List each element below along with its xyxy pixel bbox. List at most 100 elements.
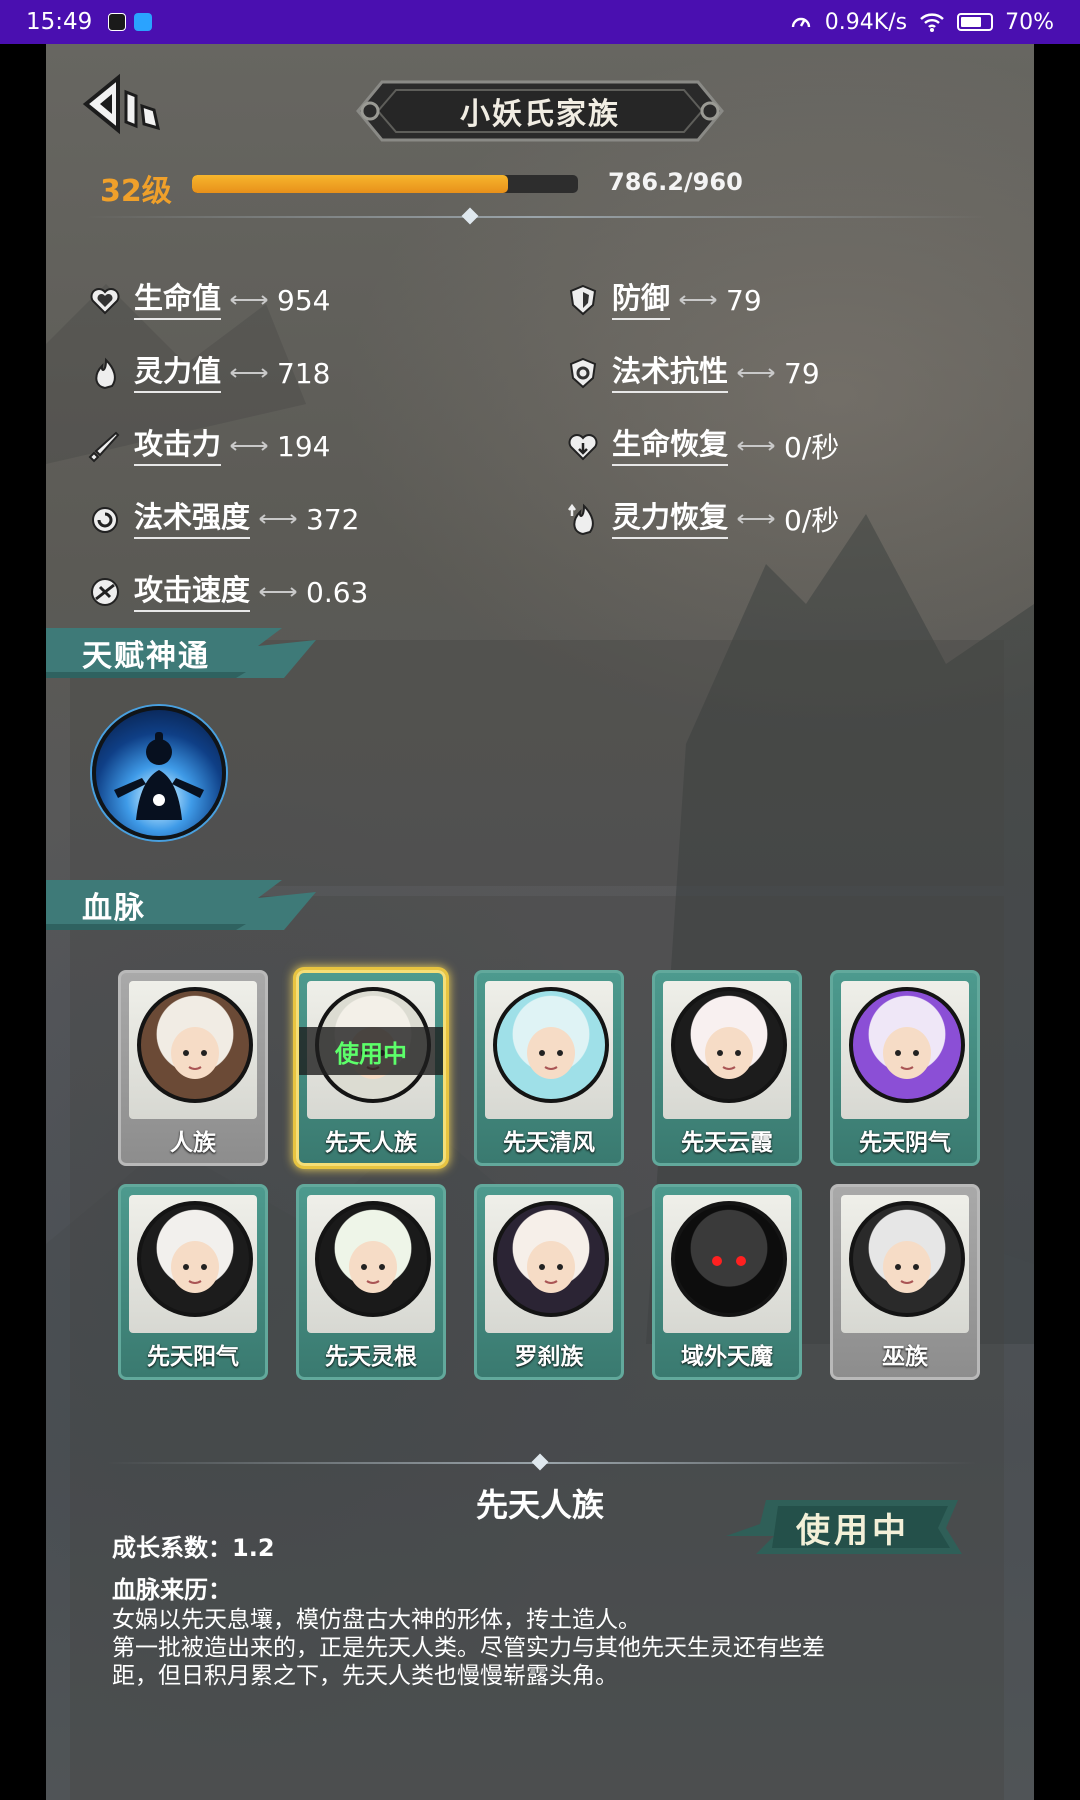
- stat-value: 0.63: [306, 575, 369, 609]
- card-label: 巫族: [882, 1344, 928, 1370]
- battery-icon: [957, 13, 994, 31]
- xp-bar-fill: [192, 175, 509, 193]
- bloodline-card[interactable]: 巫族: [830, 1184, 980, 1380]
- stat-value: 79: [726, 283, 762, 317]
- character-portrait: [493, 1201, 609, 1317]
- description-line: 距，但日积月累之下，先天人类也慢慢崭露头角。: [112, 1663, 618, 1689]
- face-icon: [883, 1241, 931, 1293]
- right-letterbox: [1034, 44, 1080, 1800]
- stat-value: 194: [277, 429, 331, 463]
- arrow-icon: [259, 514, 297, 524]
- bloodline-card[interactable]: 人族: [118, 970, 268, 1166]
- stat-name[interactable]: 防御: [612, 280, 671, 320]
- bloodline-card[interactable]: 先天阳气: [118, 1184, 268, 1380]
- character-portrait: [493, 987, 609, 1103]
- in-use-banner-text: 使用中: [796, 1510, 910, 1551]
- bloodline-card[interactable]: 先天清风: [474, 970, 624, 1166]
- card-label: 先天人族: [325, 1130, 417, 1156]
- stat-value: 79: [784, 356, 820, 390]
- arrow-icon: [230, 368, 268, 378]
- face-icon: [527, 1241, 575, 1293]
- stat-name[interactable]: 攻击速度: [134, 572, 251, 612]
- stat-name[interactable]: 灵力值: [134, 353, 222, 393]
- header-divider: [86, 216, 986, 218]
- bloodline-card[interactable]: 先天人族 使用中: [296, 970, 446, 1166]
- face-icon: [705, 1027, 753, 1079]
- back-button[interactable]: [78, 72, 168, 136]
- bloodline-card[interactable]: 域外天魔: [652, 1184, 802, 1380]
- stat-value: 0/秒: [784, 504, 840, 537]
- stat-row: 生命值 954: [88, 278, 330, 322]
- stat-value: 372: [306, 502, 360, 536]
- bloodline-card[interactable]: 先天灵根: [296, 1184, 446, 1380]
- stat-row: 法术抗性 79: [566, 351, 820, 395]
- arrow-icon: [230, 441, 268, 451]
- character-portrait: [671, 1201, 787, 1317]
- origin-label: 血脉来历：: [112, 1576, 232, 1604]
- arrow-icon: [259, 587, 297, 597]
- game-screen: 小妖氏家族 32级 786.2/960 生命值 954 灵力值 718 攻击力 194 法术…: [46, 44, 1034, 1800]
- bloodline-card[interactable]: 先天云霞: [652, 970, 802, 1166]
- stat-row: 攻击速度 0.63: [88, 570, 368, 614]
- card-label: 域外天魔: [681, 1344, 773, 1370]
- left-letterbox: [0, 44, 46, 1800]
- talent-skill-icon[interactable]: [92, 706, 226, 840]
- in-use-banner: 使用中: [726, 1492, 966, 1562]
- stat-name[interactable]: 法术抗性: [612, 353, 729, 393]
- wifi-icon: [920, 13, 944, 32]
- description-line: 第一批被造出来的，正是先天人类。尽管实力与其他先天生灵还有些差: [112, 1635, 825, 1661]
- heart-regen-icon: [568, 434, 598, 461]
- character-portrait: [137, 1201, 253, 1317]
- arrow-icon: [679, 295, 717, 305]
- bloodline-card[interactable]: 罗刹族: [474, 1184, 624, 1380]
- stat-name[interactable]: 法术强度: [134, 499, 251, 539]
- xp-value: 786.2/960: [608, 168, 743, 196]
- card-label: 先天灵根: [325, 1344, 417, 1370]
- card-label: 先天云霞: [681, 1130, 773, 1156]
- stat-row: 防御 79: [566, 278, 762, 322]
- battery-percent: 70%: [1005, 9, 1054, 35]
- description-line: 女娲以先天息壤，模仿盘古大神的形体，抟土造人。: [112, 1607, 641, 1633]
- stat-name[interactable]: 生命值: [134, 280, 222, 320]
- stat-name[interactable]: 生命恢复: [612, 426, 729, 466]
- speed-icon: [91, 578, 119, 606]
- speedometer-icon: [791, 17, 810, 28]
- flame-icon: [95, 357, 116, 390]
- level-label: 32级: [100, 174, 172, 209]
- in-use-tag: 使用中: [299, 1027, 443, 1075]
- character-portrait: [849, 1201, 965, 1317]
- arrow-icon: [737, 368, 775, 378]
- card-label: 人族: [170, 1130, 216, 1156]
- stat-name[interactable]: 攻击力: [134, 426, 222, 466]
- status-bar: 15:49 0.94K/s 70%: [0, 0, 1080, 44]
- character-portrait: [671, 987, 787, 1103]
- character-portrait: [137, 987, 253, 1103]
- cloud-app-icon: [134, 13, 153, 31]
- arrow-icon: [230, 295, 268, 305]
- face-icon: [883, 1027, 931, 1079]
- sword-icon: [88, 431, 120, 463]
- magic-shield-icon: [569, 357, 597, 389]
- character-portrait: [315, 1201, 431, 1317]
- face-icon: [349, 1241, 397, 1293]
- stat-row: 灵力值 718: [88, 351, 330, 395]
- face-icon: [171, 1027, 219, 1079]
- stat-row: 灵力恢复 0/秒: [566, 497, 839, 541]
- growth-coefficient: 成长系数：1.2: [112, 1534, 275, 1562]
- bloodline-section-title: 血脉: [82, 891, 146, 926]
- flame-regen-icon: [568, 503, 594, 536]
- heart-icon: [90, 288, 120, 315]
- card-label: 罗刹族: [514, 1344, 584, 1370]
- stat-value: 718: [277, 356, 331, 390]
- talent-section-title: 天赋神通: [82, 639, 210, 674]
- xp-bar: [192, 175, 578, 193]
- bloodline-card[interactable]: 先天阴气: [830, 970, 980, 1166]
- tiktok-icon: [108, 13, 127, 31]
- stat-value: 954: [277, 283, 331, 317]
- red-eyes-icon: [712, 1256, 746, 1266]
- swirl-icon: [92, 507, 118, 533]
- title-plate: 小妖氏家族: [352, 74, 728, 148]
- bloodline-description: 女娲以先天息壤，模仿盘古大神的形体，抟土造人。 第一批被造出来的，正是先天人类。…: [112, 1606, 972, 1690]
- stat-name[interactable]: 灵力恢复: [612, 499, 729, 539]
- silhouette-figure-icon: [114, 732, 204, 820]
